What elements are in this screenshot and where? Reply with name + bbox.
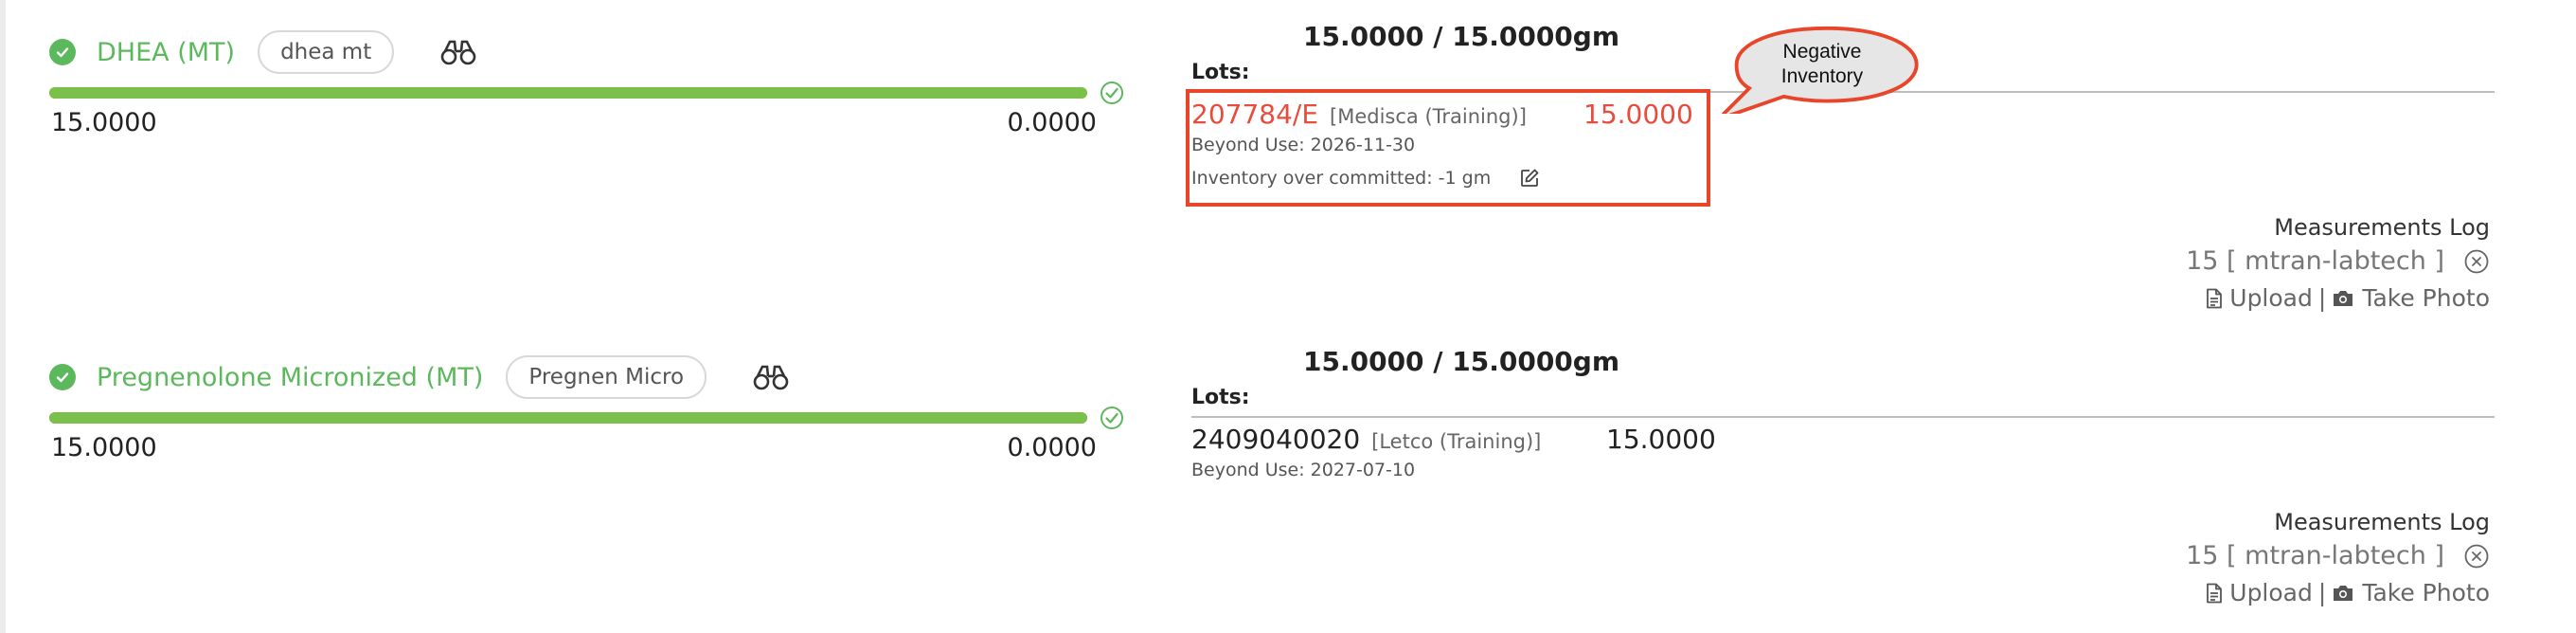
lot-quantity: 15.0000 <box>1606 424 1716 455</box>
ingredient-header: DHEA (MT) dhea mt <box>49 28 477 76</box>
ingredient-name[interactable]: DHEA (MT) <box>97 38 235 67</box>
negative-inventory-highlight <box>1186 89 1710 207</box>
measurements-log-label: Measurements Log <box>2274 509 2490 535</box>
remaining-amount: 0.0000 <box>1007 433 1097 462</box>
compounding-ingredients-panel: DHEA (MT) dhea mt 15.0000 0.0000 15.0000… <box>0 0 2576 633</box>
lot-supplier: [Letco (Training)] <box>1371 430 1542 453</box>
quantity-summary: 15.0000 / 15.0000gm <box>1303 21 1620 52</box>
measurements-log-label: Measurements Log <box>2274 214 2490 241</box>
ingredient-header: Pregnenolone Micronized (MT) Pregnen Mic… <box>49 353 790 401</box>
lot-row: 2409040020 [Letco (Training)] <box>1191 424 1541 461</box>
remaining-amount: 0.0000 <box>1007 108 1097 137</box>
x-circle-icon[interactable] <box>2463 248 2490 275</box>
lot-beyond-use-date: Beyond Use: 2027-07-10 <box>1191 460 1416 480</box>
take-photo-label: Take Photo <box>2362 284 2490 312</box>
ingredient-short-name-badge: dhea mt <box>258 30 395 74</box>
lots-label: Lots: <box>1191 61 1250 84</box>
ingredient-dhea: DHEA (MT) dhea mt 15.0000 0.0000 15.0000… <box>11 0 2576 325</box>
action-separator: | <box>2317 284 2327 312</box>
check-outline-icon <box>1100 81 1123 104</box>
lots-divider <box>1191 416 2495 418</box>
ingredient-short-name-badge: Pregnen Micro <box>506 355 707 399</box>
upload-label: Upload <box>2229 579 2313 606</box>
file-icon <box>2207 288 2223 308</box>
take-photo-button[interactable]: Take Photo <box>2332 579 2490 606</box>
progress-bar-fill <box>49 412 1087 424</box>
measurement-entry: 15 [ mtran-labtech ] <box>2186 541 2490 570</box>
check-circle-icon <box>49 39 76 65</box>
file-icon <box>2207 583 2223 603</box>
measurement-actions: Upload | Take Photo <box>2205 579 2490 606</box>
progress-bar <box>49 412 1087 424</box>
take-photo-label: Take Photo <box>2362 579 2490 606</box>
camera-icon <box>2334 585 2353 601</box>
action-separator: | <box>2317 579 2327 606</box>
measurement-actions: Upload | Take Photo <box>2205 284 2490 312</box>
upload-button[interactable]: Upload <box>2205 579 2313 606</box>
take-photo-button[interactable]: Take Photo <box>2332 284 2490 312</box>
measurement-entry-text: 15 [ mtran-labtech ] <box>2186 541 2444 570</box>
progress-bar-fill <box>49 87 1087 99</box>
binoculars-icon[interactable] <box>439 38 477 66</box>
negative-inventory-callout: Negative Inventory <box>1727 40 1917 89</box>
callout-line: Negative <box>1782 41 1862 63</box>
check-outline-icon <box>1100 407 1123 429</box>
camera-icon <box>2334 290 2353 306</box>
x-circle-icon[interactable] <box>2463 543 2490 570</box>
progress-bar <box>49 87 1087 99</box>
check-circle-icon <box>49 364 76 390</box>
upload-button[interactable]: Upload <box>2205 284 2313 312</box>
lots-label: Lots: <box>1191 386 1250 409</box>
ingredient-pregnenolone: Pregnenolone Micronized (MT) Pregnen Mic… <box>11 325 2576 633</box>
measured-amount: 15.0000 <box>51 108 157 137</box>
ingredient-name[interactable]: Pregnenolone Micronized (MT) <box>97 363 483 392</box>
upload-label: Upload <box>2229 284 2313 312</box>
measured-amount: 15.0000 <box>51 433 157 462</box>
measurement-entry: 15 [ mtran-labtech ] <box>2186 246 2490 276</box>
quantity-summary: 15.0000 / 15.0000gm <box>1303 346 1620 377</box>
callout-line: Inventory <box>1780 65 1864 87</box>
measurement-entry-text: 15 [ mtran-labtech ] <box>2186 246 2444 276</box>
lot-number[interactable]: 2409040020 <box>1191 424 1360 455</box>
binoculars-icon[interactable] <box>752 363 790 391</box>
